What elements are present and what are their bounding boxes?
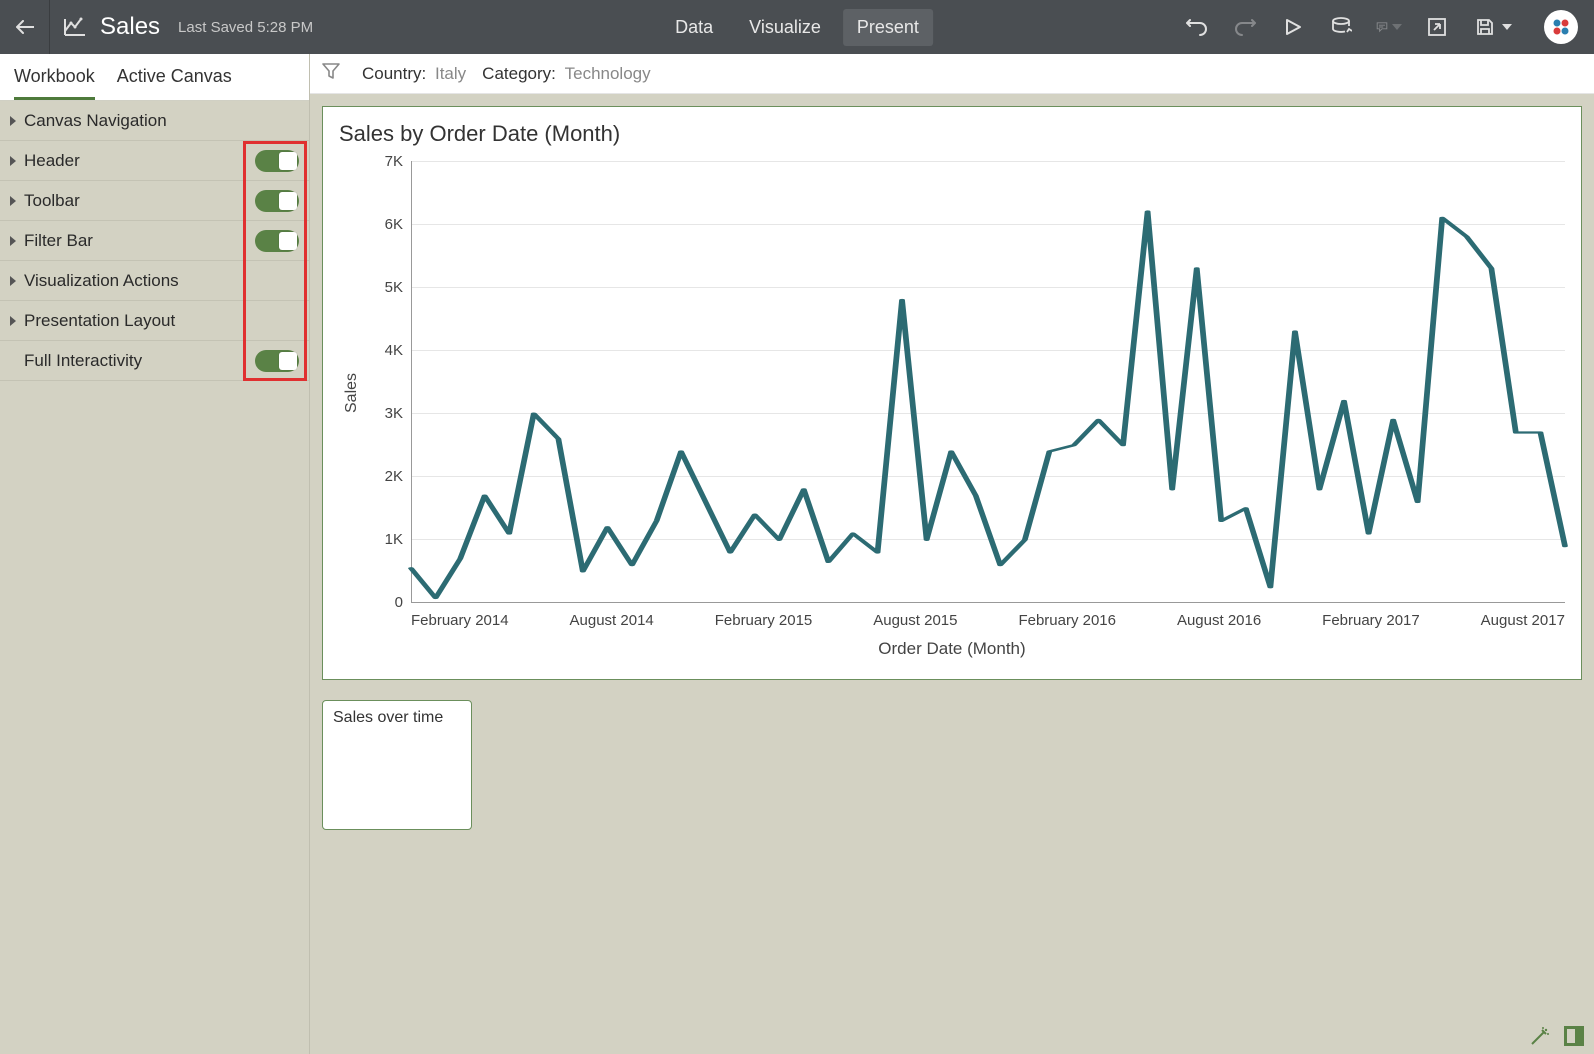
toggle-full-interactivity[interactable]: [255, 350, 299, 372]
sidebar-item-visualization-actions[interactable]: Visualization Actions: [0, 261, 309, 301]
sidebar-item-toolbar[interactable]: Toolbar: [0, 181, 309, 221]
content-area: Country: Italy Category: Technology Sale…: [310, 54, 1594, 1054]
plot-area: 7K 6K 5K 4K 3K 2K 1K 0: [361, 153, 1565, 633]
topbar-right-icons: [1184, 10, 1584, 44]
caret-down-icon: [1392, 24, 1402, 30]
toggle-header[interactable]: [255, 150, 299, 172]
panel-toggle-icon: [1564, 1026, 1584, 1046]
magic-wand-button[interactable]: [1528, 1026, 1550, 1048]
workbook-title: Sales: [100, 13, 160, 41]
y-tick: 2K: [361, 468, 403, 485]
sidebar-tabs: Workbook Active Canvas: [0, 54, 309, 101]
y-tick: 5K: [361, 279, 403, 296]
thumbnail-label: Sales over time: [333, 709, 443, 726]
redo-button: [1232, 14, 1258, 40]
canvas-thumbnail[interactable]: Sales over time: [322, 700, 472, 830]
y-axis-label: Sales: [339, 153, 361, 633]
x-axis-label: Order Date (Month): [339, 639, 1565, 659]
filter-bar: Country: Italy Category: Technology: [310, 54, 1594, 94]
arrow-left-icon: [16, 20, 34, 34]
sidebar-item-label: Canvas Navigation: [24, 111, 299, 131]
x-tick: February 2015: [715, 612, 813, 629]
tab-data[interactable]: Data: [661, 9, 727, 46]
expand-icon: [10, 196, 16, 206]
sidebar-item-label: Full Interactivity: [24, 351, 255, 371]
filter-label: Country:: [362, 64, 426, 83]
sidebar: Workbook Active Canvas Canvas Navigation…: [0, 54, 310, 1054]
x-axis: February 2014 August 2014 February 2015 …: [411, 612, 1565, 629]
filter-value: Italy: [435, 64, 466, 83]
save-button[interactable]: [1472, 14, 1498, 40]
chart-type-icon: [50, 17, 100, 37]
expand-icon: [10, 116, 16, 126]
sidebar-item-label: Filter Bar: [24, 231, 255, 251]
x-tick: February 2014: [411, 612, 509, 629]
top-bar: Sales Last Saved 5:28 PM Data Visualize …: [0, 0, 1594, 54]
filter-icon[interactable]: [322, 63, 340, 84]
y-tick: 7K: [361, 153, 403, 170]
filter-label: Category:: [482, 64, 556, 83]
x-tick: February 2016: [1018, 612, 1116, 629]
last-saved-text: Last Saved 5:28 PM: [178, 19, 313, 36]
comment-button: [1376, 14, 1402, 40]
toggle-filter-bar[interactable]: [255, 230, 299, 252]
y-tick: 3K: [361, 405, 403, 422]
y-tick: 4K: [361, 342, 403, 359]
sidebar-tab-workbook[interactable]: Workbook: [14, 66, 95, 100]
expand-icon: [10, 236, 16, 246]
undo-button[interactable]: [1184, 14, 1210, 40]
filter-country[interactable]: Country: Italy: [362, 64, 466, 84]
x-tick: August 2016: [1177, 612, 1261, 629]
chart-title: Sales by Order Date (Month): [339, 121, 1565, 147]
thumbnail-strip: Sales over time: [322, 700, 1582, 860]
x-tick: February 2017: [1322, 612, 1420, 629]
sidebar-list: Canvas Navigation Header Toolbar Filter …: [0, 101, 309, 381]
save-button-group[interactable]: [1472, 14, 1512, 40]
bottom-right-tools: [1528, 1026, 1586, 1048]
refresh-data-button[interactable]: [1328, 14, 1354, 40]
save-caret-icon[interactable]: [1502, 24, 1512, 30]
export-button[interactable]: [1424, 14, 1450, 40]
sidebar-item-label: Visualization Actions: [24, 271, 299, 291]
sidebar-item-label: Presentation Layout: [24, 311, 299, 331]
y-tick: 0: [361, 594, 403, 611]
x-tick: August 2017: [1481, 612, 1565, 629]
sidebar-tab-active-canvas[interactable]: Active Canvas: [117, 66, 232, 100]
sidebar-item-label: Header: [24, 151, 255, 171]
back-button[interactable]: [0, 0, 50, 54]
chart-card[interactable]: Sales by Order Date (Month) Sales 7K 6K …: [322, 106, 1582, 680]
play-button[interactable]: [1280, 14, 1306, 40]
expand-icon: [10, 316, 16, 326]
expand-icon: [10, 156, 16, 166]
tab-visualize[interactable]: Visualize: [735, 9, 835, 46]
sidebar-item-full-interactivity[interactable]: Full Interactivity: [0, 341, 309, 381]
sidebar-item-header[interactable]: Header: [0, 141, 309, 181]
x-tick: August 2015: [873, 612, 957, 629]
y-tick: 6K: [361, 216, 403, 233]
sidebar-item-presentation-layout[interactable]: Presentation Layout: [0, 301, 309, 341]
center-nav: Data Visualize Present: [661, 9, 933, 46]
app-logo[interactable]: [1544, 10, 1578, 44]
panel-toggle-button[interactable]: [1564, 1026, 1586, 1048]
x-tick: August 2014: [570, 612, 654, 629]
tab-present[interactable]: Present: [843, 9, 933, 46]
sidebar-item-label: Toolbar: [24, 191, 255, 211]
y-axis: 7K 6K 5K 4K 3K 2K 1K 0: [361, 153, 411, 603]
y-tick: 1K: [361, 531, 403, 548]
sidebar-item-canvas-navigation[interactable]: Canvas Navigation: [0, 101, 309, 141]
expand-icon: [10, 276, 16, 286]
toggle-toolbar[interactable]: [255, 190, 299, 212]
sidebar-item-filter-bar[interactable]: Filter Bar: [0, 221, 309, 261]
filter-value: Technology: [565, 64, 651, 83]
filter-category[interactable]: Category: Technology: [482, 64, 650, 84]
line-chart: [411, 161, 1565, 603]
